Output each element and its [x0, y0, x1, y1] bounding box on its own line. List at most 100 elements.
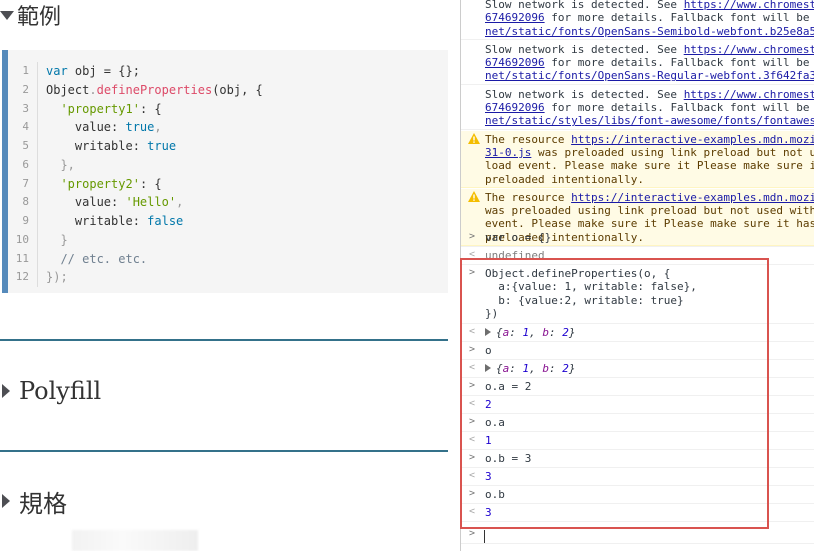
- console-text-segment: Slow network is detected. See: [485, 87, 684, 101]
- console-input-text: var o = {}: [485, 231, 552, 244]
- object-preview[interactable]: {a: 1, b: 2}: [485, 326, 576, 339]
- code-token: obj = {};: [67, 64, 140, 78]
- console-source-link[interactable]: https://www.chromesta: [684, 88, 814, 101]
- section-divider: [0, 450, 448, 452]
- examples-section-heading[interactable]: 範例: [0, 0, 61, 30]
- code-token: },: [46, 157, 75, 172]
- code-token: true: [147, 139, 177, 153]
- console-input-line: Object.defineProperties(o, {: [485, 267, 671, 280]
- result-arrow-icon: <: [469, 506, 476, 518]
- code-token: });: [46, 270, 68, 285]
- line-number: 1: [8, 62, 38, 81]
- spec-section-heading[interactable]: 規格: [0, 484, 67, 518]
- console-prompt-line[interactable]: >: [461, 526, 814, 545]
- devtools-console[interactable]: Slow network is detected. See https://ww…: [460, 0, 814, 551]
- code-line: 3 'property1': {: [8, 99, 263, 119]
- code-text: writable: false: [38, 212, 183, 231]
- result-arrow-icon: <: [469, 249, 476, 260]
- console-source-link[interactable]: 674692096: [485, 101, 545, 114]
- section-divider: [0, 339, 448, 341]
- console-result-value: 2: [485, 398, 492, 412]
- code-token: : {: [139, 101, 162, 116]
- code-text: 'property2': {: [38, 175, 162, 194]
- console-result-entry: < {a: 1, b: 2}: [461, 360, 814, 379]
- input-prompt-icon: >: [469, 267, 476, 278]
- result-arrow-icon: <: [469, 398, 476, 410]
- console-text-segment: preloaded intentionally.: [485, 172, 644, 186]
- line-number: 6: [8, 155, 38, 175]
- console-log-message: Slow network is detected. See https://ww…: [461, 0, 814, 40]
- code-text: writable: true: [38, 137, 176, 156]
- console-source-link[interactable]: net/static/styles/libs/font-awesome/font…: [485, 114, 814, 127]
- object-preview[interactable]: {a: 1, b: 2}: [485, 362, 576, 375]
- console-source-link[interactable]: 31-0.js: [485, 146, 531, 159]
- code-line: 5 writable: true: [8, 137, 263, 156]
- code-text: value: 'Hello',: [38, 193, 183, 212]
- console-source-link[interactable]: net/static/fonts/OpenSans-Semibold-webfo…: [485, 25, 814, 38]
- console-log-message: Slow network is detected. See https://ww…: [461, 86, 814, 130]
- code-line: 9 writable: false: [8, 212, 263, 231]
- console-source-link[interactable]: https://www.chromesta: [684, 0, 814, 11]
- collapse-triangle-icon[interactable]: [0, 10, 14, 20]
- console-input-entry: > Object.defineProperties(o, { a:{value: …: [461, 265, 814, 325]
- console-source-link[interactable]: https://interactive-examples.mdn.mozil: [571, 191, 814, 204]
- console-result-entry: <3: [461, 504, 814, 523]
- console-input-text: o.b: [485, 488, 505, 502]
- comma: ,: [529, 326, 543, 340]
- polyfill-section-heading[interactable]: Polyfill: [0, 374, 101, 408]
- expand-object-icon[interactable]: [485, 364, 491, 373]
- result-arrow-icon: <: [469, 470, 476, 482]
- code-token: writable:: [46, 214, 148, 228]
- console-text-segment: The resource: [485, 132, 572, 146]
- expand-triangle-icon[interactable]: [2, 494, 10, 508]
- console-source-link[interactable]: 674692096: [485, 56, 545, 69]
- console-text-segment: for more details. Fallback font will be …: [544, 11, 814, 25]
- console-input-entry: > o: [461, 342, 814, 361]
- code-token: false: [147, 214, 184, 228]
- console-result-value: 3: [485, 506, 492, 520]
- console-message-text: Slow network is detected. See https://ww…: [485, 88, 814, 128]
- console-input-text: o.b = 3: [485, 452, 532, 466]
- console-message-text: Slow network is detected. See https://ww…: [485, 43, 814, 83]
- code-text: var obj = {};: [38, 62, 140, 81]
- console-input-text: o.a: [485, 416, 505, 430]
- brace: {: [496, 326, 503, 340]
- spec-heading-text: 規格: [19, 489, 67, 518]
- code-token: var: [46, 64, 68, 78]
- line-number: 8: [8, 193, 38, 212]
- line-number: 4: [8, 118, 38, 137]
- console-source-link[interactable]: 674692096: [485, 11, 545, 24]
- object-value: 2: [562, 362, 569, 376]
- colon: :: [509, 362, 523, 376]
- console-input-caret[interactable]: [484, 530, 485, 544]
- warning-icon: [468, 132, 480, 144]
- line-number: 3: [8, 99, 38, 119]
- console-source-link[interactable]: net/static/fonts/OpenSans-Regular-webfon…: [485, 69, 814, 82]
- console-input-text: o: [485, 344, 492, 358]
- expand-triangle-icon[interactable]: [2, 384, 10, 398]
- polyfill-heading-text: Polyfill: [19, 377, 102, 405]
- line-number: 9: [8, 212, 38, 231]
- code-line: 4 value: true,: [8, 118, 263, 137]
- expand-object-icon[interactable]: [485, 328, 491, 337]
- brace: }: [568, 326, 576, 340]
- code-token: defineProperties: [96, 82, 213, 97]
- blurred-image-placeholder: [72, 530, 198, 551]
- code-example-block: 1 var obj = {}; 2 Object.defineProperties(o…: [2, 50, 448, 293]
- console-source-link[interactable]: https://interactive-examples.mdn.mozil: [571, 133, 814, 146]
- console-input-text: Object.defineProperties(o, { a:{value: 1…: [485, 267, 697, 320]
- console-text-segment: for more details. Fallback font will be …: [544, 101, 814, 115]
- console-warning-message: The resource https://interactive-example…: [461, 130, 814, 188]
- console-result-value: 1: [485, 434, 492, 448]
- console-result-entry: < {a: 1, b: 2}: [461, 324, 814, 343]
- console-message-text: The resource https://interactive-example…: [485, 133, 814, 186]
- console-result-value: 3: [485, 470, 492, 484]
- code-token: .: [89, 82, 97, 97]
- code-token: ,: [176, 195, 184, 210]
- console-source-link[interactable]: https://www.chromesta: [684, 43, 814, 56]
- code-token: 'property2': [60, 176, 140, 191]
- code-token: : {: [139, 176, 162, 191]
- console-log-message: Slow network is detected. See https://ww…: [461, 41, 814, 85]
- code-token: true: [125, 120, 155, 135]
- code-line: 6 },: [8, 155, 263, 175]
